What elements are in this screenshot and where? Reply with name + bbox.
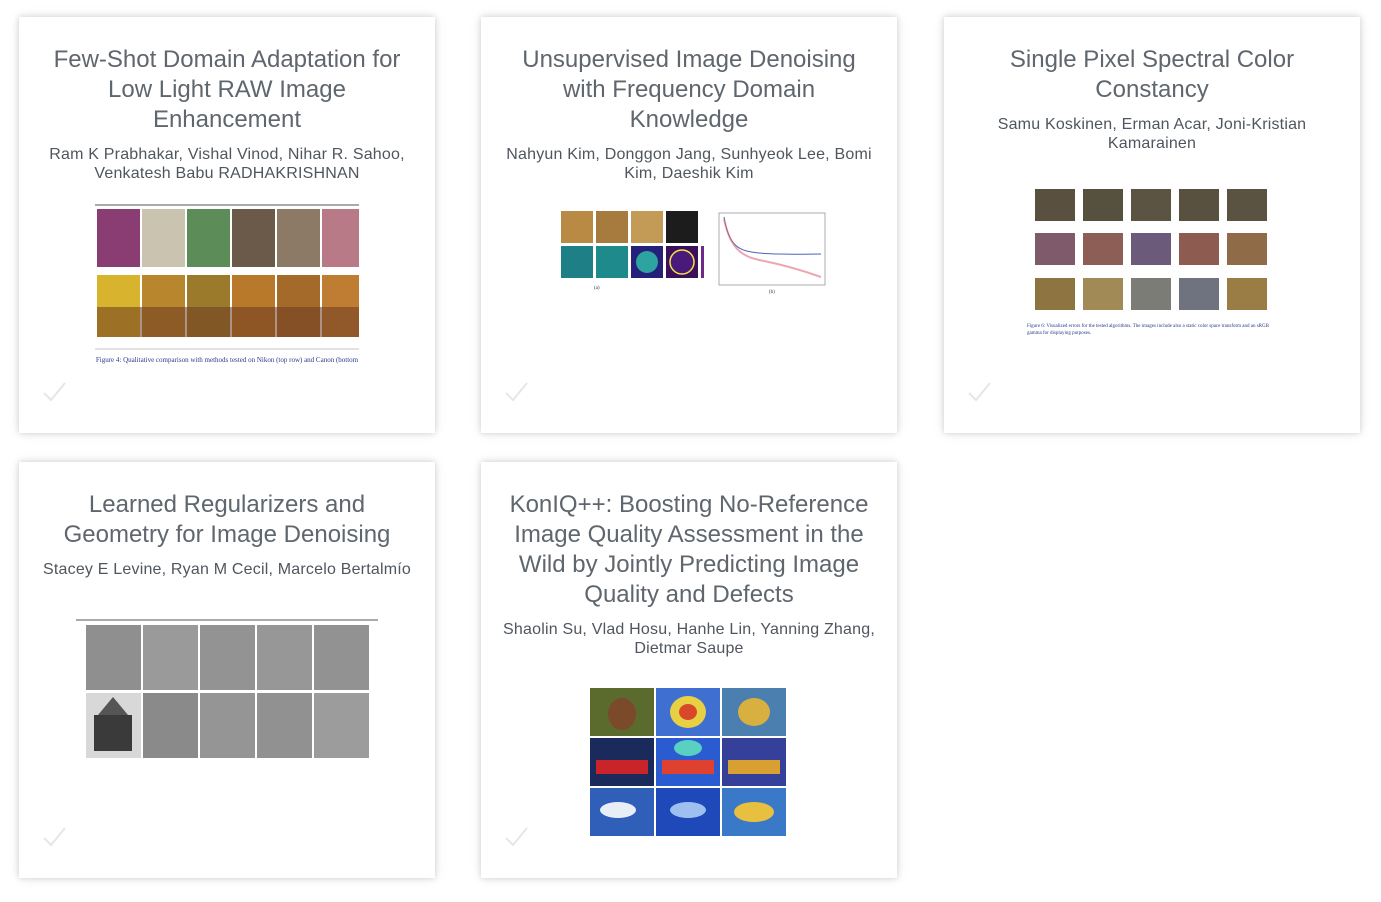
paper-title[interactable]: Few-Shot Domain Adaptation for Low Light… — [37, 45, 417, 135]
check-icon[interactable] — [503, 379, 529, 405]
figure-caption: Figure 6: Visualized errors for the test… — [1027, 324, 1269, 336]
paper-authors: Ram K Prabhakar, Vishal Vinod, Nihar R. … — [49, 146, 405, 182]
paper-card[interactable]: KonIQ++: Boosting No-Reference Image Qua… — [481, 462, 897, 878]
check-icon[interactable] — [41, 824, 67, 850]
paper-title[interactable]: Learned Regularizers and Geometry for Im… — [37, 490, 417, 550]
paper-card[interactable]: Few-Shot Domain Adaptation for Low Light… — [19, 17, 435, 433]
paper-thumbnail[interactable]: (a) (b) — [549, 207, 829, 299]
paper-authors: Nahyun Kim, Donggon Jang, Sunhyeok Lee, … — [506, 146, 872, 182]
paper-card[interactable]: Single Pixel Spectral Color Constancy Sa… — [944, 17, 1360, 433]
paper-thumbnail[interactable]: Figure 4: Qualitative comparison with me… — [92, 203, 362, 371]
check-icon[interactable] — [503, 824, 529, 850]
paper-card[interactable]: Learned Regularizers and Geometry for Im… — [19, 462, 435, 878]
svg-text:(b): (b) — [769, 290, 775, 295]
paper-title[interactable]: Single Pixel Spectral Color Constancy — [962, 45, 1342, 105]
paper-thumbnail[interactable]: Figure 6: Visualized errors for the test… — [1027, 181, 1277, 341]
paper-title[interactable]: Unsupervised Image Denoising with Freque… — [499, 45, 879, 135]
paper-thumbnail[interactable] — [588, 682, 790, 838]
check-icon[interactable] — [41, 379, 67, 405]
check-icon[interactable] — [966, 379, 992, 405]
figure-caption: Figure 4: Qualitative comparison with me… — [95, 356, 359, 364]
paper-thumbnail[interactable] — [76, 619, 378, 761]
paper-authors: Stacey E Levine, Ryan M Cecil, Marcelo B… — [43, 561, 411, 578]
paper-authors: Samu Koskinen, Erman Acar, Joni-Kristian… — [997, 116, 1307, 152]
paper-authors: Shaolin Su, Vlad Hosu, Hanhe Lin, Yannin… — [503, 621, 875, 657]
paper-title[interactable]: KonIQ++: Boosting No-Reference Image Qua… — [499, 490, 879, 610]
svg-text:(a): (a) — [594, 286, 600, 291]
paper-card[interactable]: Unsupervised Image Denoising with Freque… — [481, 17, 897, 433]
